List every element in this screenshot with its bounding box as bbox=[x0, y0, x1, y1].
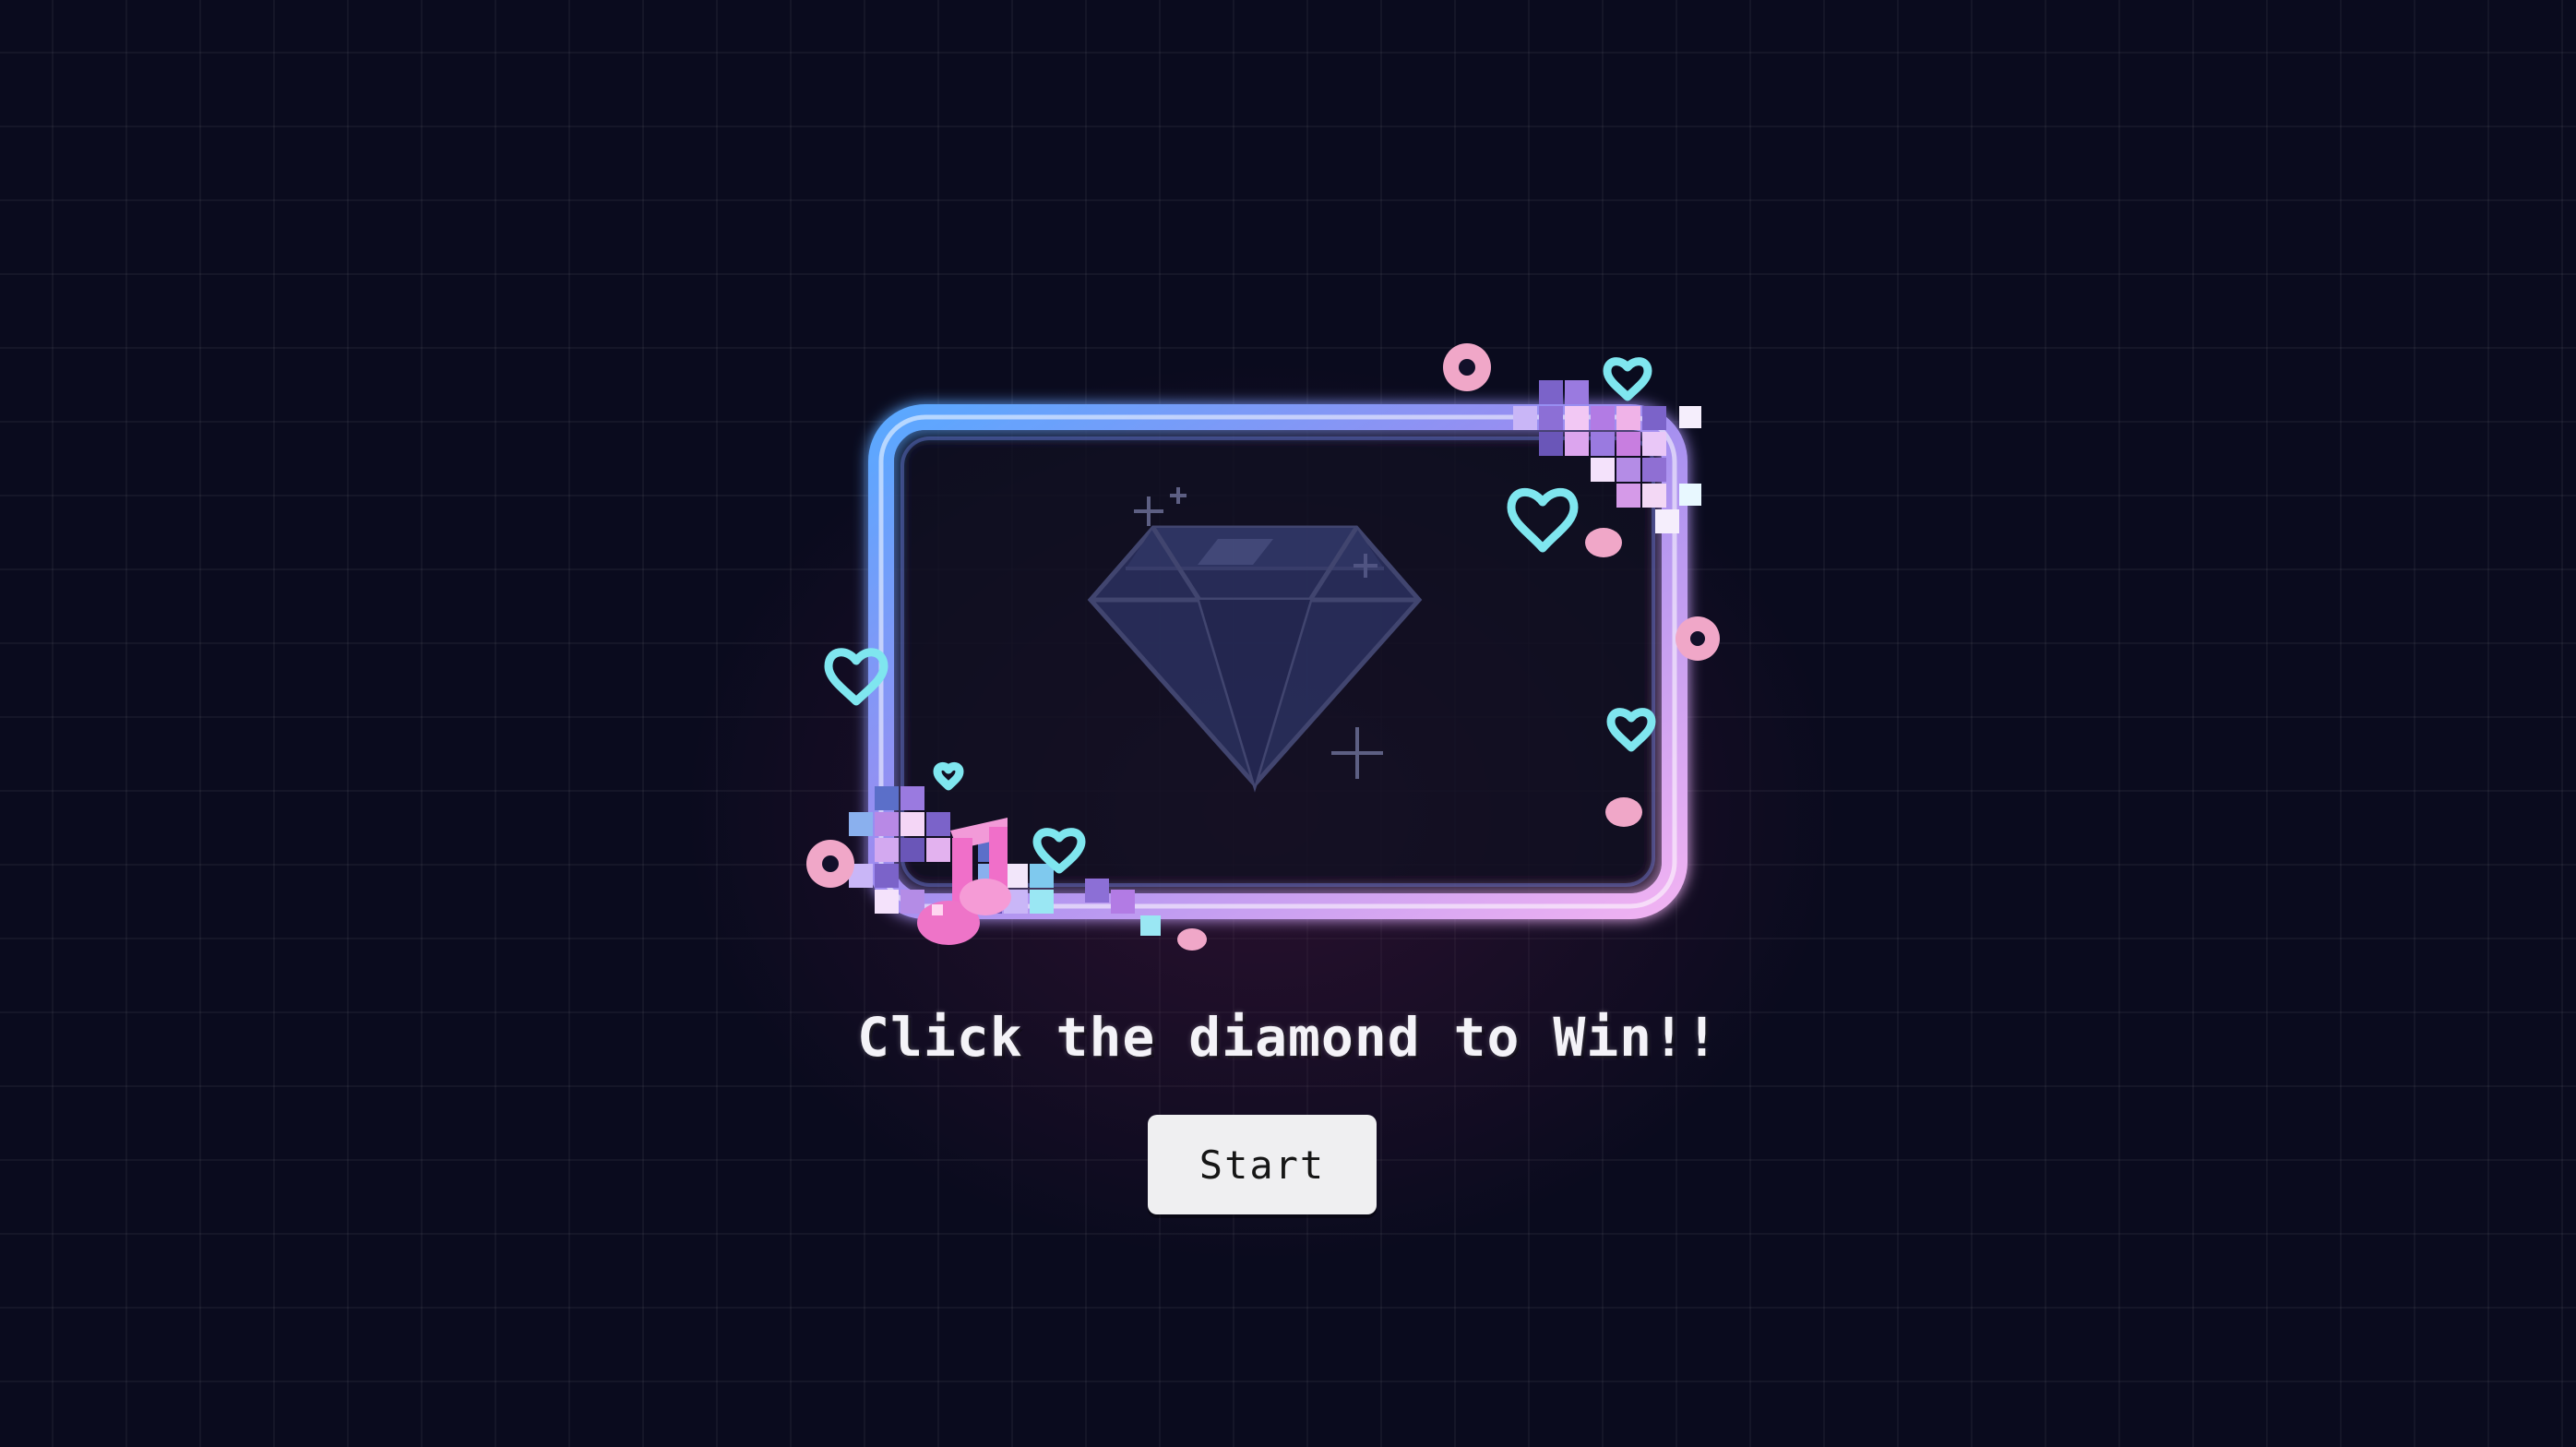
start-button[interactable]: Start bbox=[1148, 1115, 1377, 1214]
instruction-text: Click the diamond to Win!! bbox=[857, 1006, 1719, 1069]
heart-icon bbox=[1585, 528, 1622, 557]
heart-icon bbox=[1603, 357, 1652, 401]
heart-icon bbox=[1177, 928, 1207, 951]
heart-icon bbox=[1605, 797, 1642, 827]
diamond-icon[interactable] bbox=[1079, 517, 1430, 794]
game-screen: Click the diamond to Win!! Start bbox=[0, 0, 2576, 1447]
